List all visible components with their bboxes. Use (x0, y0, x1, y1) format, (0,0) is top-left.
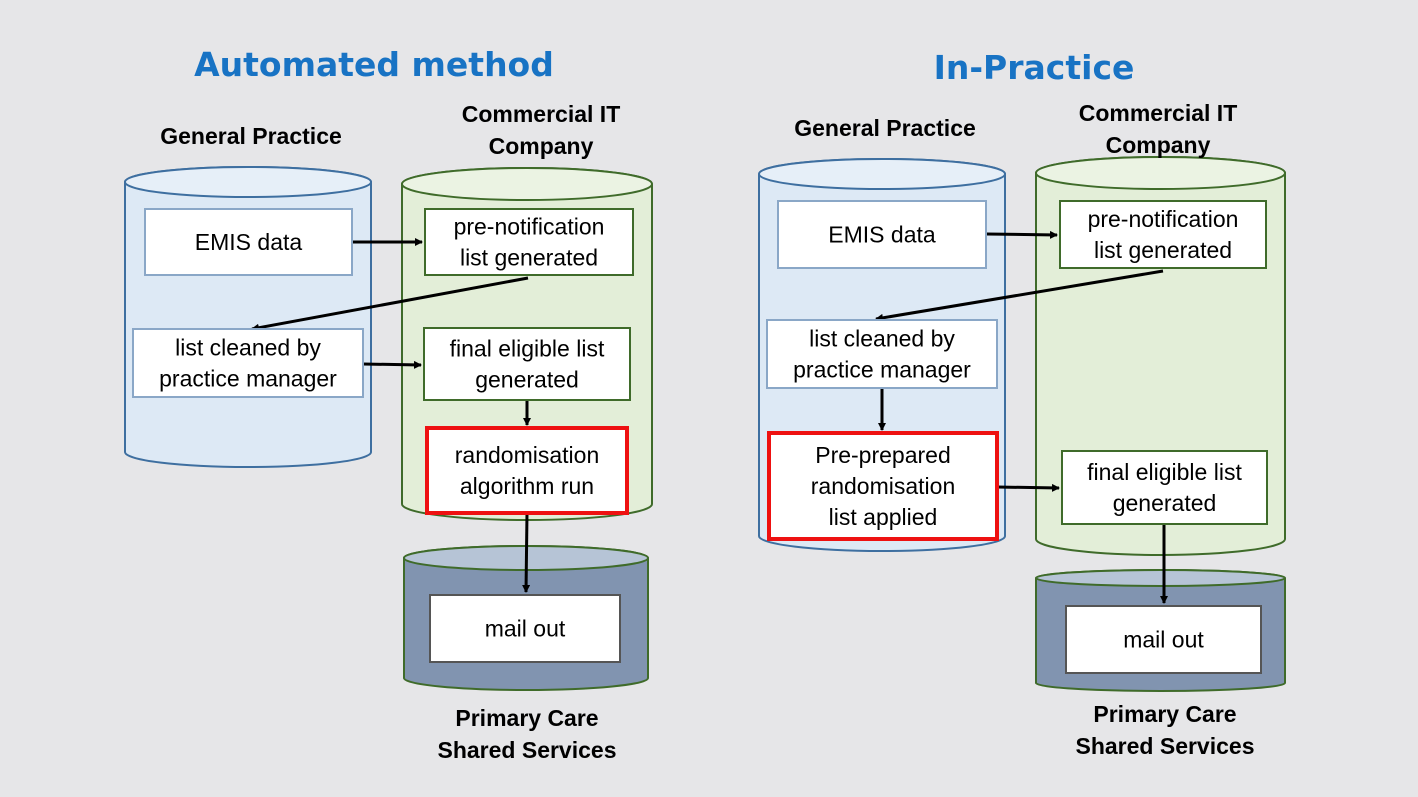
box-final-eligible-text-line: final eligible list (450, 336, 605, 362)
box-mail-out-text-line: mail out (485, 616, 566, 642)
box-randomisation-text-line: randomisation (455, 442, 599, 468)
box-mail-out: mail out (1065, 605, 1262, 674)
box-emis-data-text-line: EMIS data (828, 222, 936, 248)
box-list-cleaned-text-line: list cleaned by (809, 326, 955, 352)
box-randomisation: randomisation algorithm run (425, 426, 629, 515)
box-final-eligible: final eligible list generated (423, 327, 631, 401)
arrow-emis-to-prenotif (985, 230, 1058, 239)
pcss-label-line: Primary Care (1093, 701, 1236, 727)
pcss-cylinder-top (1035, 569, 1286, 587)
box-pre-notification-text-line: pre-notification (1088, 206, 1239, 232)
it-cylinder-top (1035, 156, 1286, 190)
box-list-cleaned-text-line: practice manager (793, 357, 971, 383)
box-randomisation: Pre-prepared randomisation list applied (767, 431, 999, 541)
gp-cylinder-top (124, 166, 372, 198)
pcss-label-line: Primary Care (455, 705, 598, 731)
panel-title: In-Practice (934, 48, 1135, 87)
it-label-line: Company (1106, 132, 1211, 158)
arrow-cleaned-to-final (362, 360, 422, 369)
it-label-line: Company (489, 133, 594, 159)
box-randomisation-text: Pre-prepared randomisation list applied (811, 442, 955, 530)
box-emis-data-text: EMIS data (828, 222, 936, 248)
box-mail-out: mail out (429, 594, 621, 663)
it-label: Commercial IT Company (1079, 100, 1238, 158)
box-randomisation-rect (425, 426, 629, 515)
box-list-cleaned: list cleaned by practice manager (132, 328, 364, 398)
box-emis-data-text-line: EMIS data (195, 229, 303, 255)
pcss-label-line: Shared Services (1075, 733, 1254, 759)
box-emis-data-text: EMIS data (195, 229, 303, 255)
box-final-eligible-text-line: generated (475, 367, 579, 393)
pcss-label: Primary Care Shared Services (1075, 701, 1254, 759)
pcss-label-line: Shared Services (437, 737, 616, 763)
gp-label: General Practice (160, 123, 342, 149)
gp-cylinder-top (758, 158, 1006, 190)
box-list-cleaned: list cleaned by practice manager (766, 319, 998, 389)
box-mail-out-text-line: mail out (1123, 627, 1204, 653)
box-randomisation-text-line: randomisation (811, 473, 955, 499)
box-pre-notification-text-line: pre-notification (454, 214, 605, 240)
box-final-eligible-text-line: generated (1113, 490, 1217, 516)
it-label-line: Commercial IT (1079, 100, 1238, 126)
box-randomisation-text-line: list applied (829, 504, 938, 530)
arrow-random-to-mail (522, 512, 531, 593)
box-final-eligible: final eligible list generated (1061, 450, 1268, 525)
pcss-label: Primary Care Shared Services (437, 705, 616, 763)
box-pre-notification-text-line: list generated (460, 245, 598, 271)
box-mail-out-text: mail out (1123, 627, 1204, 653)
box-list-cleaned-text-line: list cleaned by (175, 335, 321, 361)
box-pre-notification: pre-notification list generated (1059, 200, 1267, 269)
panel-title: Automated method (194, 45, 554, 84)
box-emis-data: EMIS data (777, 200, 987, 269)
it-label: Commercial IT Company (462, 101, 621, 159)
arrow-random-to-final (996, 483, 1060, 492)
it-label-line: Commercial IT (462, 101, 621, 127)
box-final-eligible-text-line: final eligible list (1087, 459, 1242, 485)
box-randomisation-text-line: algorithm run (460, 473, 594, 499)
gp-label: General Practice (794, 115, 976, 141)
it-cylinder-top (401, 167, 653, 201)
box-randomisation-text-line: Pre-prepared (815, 442, 951, 468)
box-emis-data: EMIS data (144, 208, 353, 276)
box-pre-notification: pre-notification list generated (424, 208, 634, 276)
box-mail-out-text: mail out (485, 616, 566, 642)
flow-diagram: EMIS data pre-notification list generated l… (124, 45, 1286, 763)
box-list-cleaned-text-line: practice manager (159, 366, 337, 392)
box-pre-notification-text-line: list generated (1094, 237, 1232, 263)
